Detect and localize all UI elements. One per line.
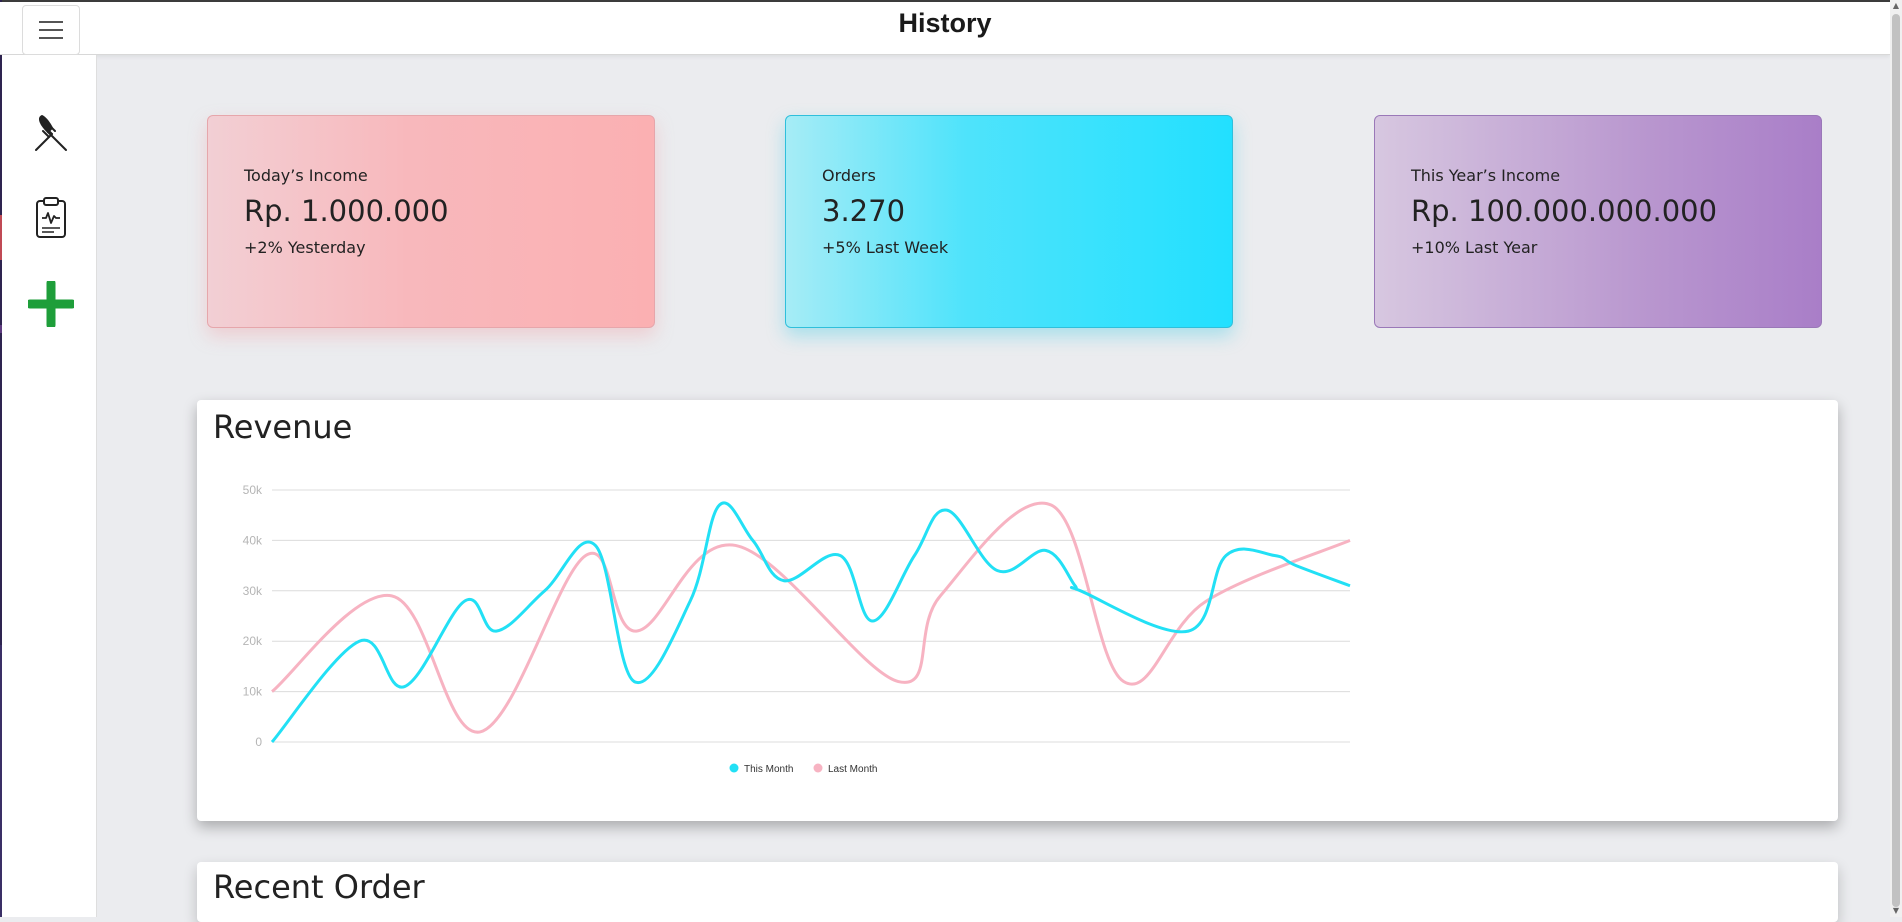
card-change: +2% Yesterday [244,238,366,257]
plus-icon[interactable] [28,281,74,327]
card-value: 3.270 [822,194,906,228]
today-income-card: Today’s Income Rp. 1.000.000 +2% Yesterd… [207,115,655,328]
legend-label: Last Month [828,764,877,775]
legend-label: This Month [744,764,793,775]
sidebar [2,55,97,917]
y-tick-label: 40k [243,533,263,547]
clipboard-health-icon[interactable] [28,195,74,241]
card-value: Rp. 100.000.000.000 [1411,194,1718,228]
scrollbar-thumb[interactable] [1892,14,1900,907]
y-tick-label: 30k [243,584,263,598]
year-income-card: This Year’s Income Rp. 100.000.000.000 +… [1374,115,1822,328]
card-change: +5% Last Week [822,238,949,257]
legend-marker [729,763,739,773]
y-tick-label: 50k [243,483,263,497]
scroll-up-arrow-icon[interactable]: ▲ [1892,2,1900,10]
series-line-last-month [271,501,1351,734]
card-label: Orders [822,166,876,185]
card-change: +10% Last Year [1411,238,1538,257]
orders-card: Orders 3.270 +5% Last Week [785,115,1233,328]
legend-marker [813,763,823,773]
y-tick-label: 0 [255,735,262,749]
card-value: Rp. 1.000.000 [244,194,449,228]
revenue-chart: 0 10k 20k 30k 40k 50k This Month Last Month [243,483,1351,775]
card-label: This Year’s Income [1411,166,1561,185]
y-tick-label: 20k [243,634,263,648]
recent-order-title: Recent Order [213,868,425,906]
y-tick-label: 10k [243,685,263,699]
vertical-scrollbar[interactable]: ▲ ▼ [1890,0,1902,917]
fork-knife-icon[interactable] [28,110,74,156]
card-label: Today’s Income [244,166,368,185]
recent-order-panel: Recent Order [197,862,1838,922]
page-title: History [898,8,992,38]
top-navbar: History [0,2,1890,55]
series-line-this-month [270,501,1351,743]
revenue-panel: Revenue 0 10k 20k 30k 40k 50k This Month Last M… [197,400,1838,821]
scroll-down-arrow-icon[interactable]: ▼ [1892,907,1900,915]
